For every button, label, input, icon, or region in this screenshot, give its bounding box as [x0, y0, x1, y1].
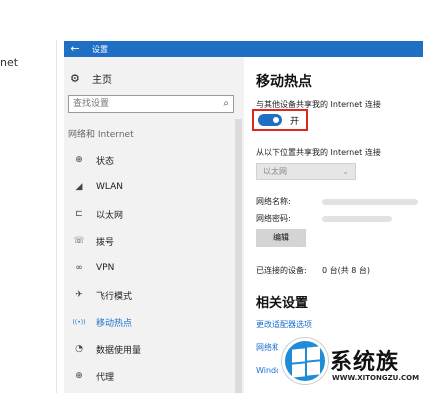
hotspot-toggle-highlight: 开: [252, 109, 308, 131]
network-password-value: [322, 216, 392, 222]
sidebar-scrollbar[interactable]: [235, 119, 242, 393]
toggle-knob: [273, 117, 279, 123]
network-password-label: 网络密码:: [256, 214, 291, 223]
site-watermark: 系统族 WWW.XITONGZU.COM: [278, 336, 423, 393]
share-from-label: 从以下位置共享我的 Internet 连接: [256, 148, 381, 157]
network-name-value: [322, 199, 418, 205]
link-adapter-options[interactable]: 更改适配器选项: [256, 319, 312, 330]
chevron-down-icon: ⌄: [342, 167, 349, 176]
windows-logo-icon: [282, 338, 328, 384]
window-title: 设置: [92, 44, 108, 54]
sidebar-item-label: 代理: [96, 372, 115, 383]
search-placeholder: 查找设置: [73, 99, 110, 109]
sidebar-item-vpn[interactable]: ∞ VPN: [72, 261, 114, 275]
toggle-state-label: 开: [290, 116, 300, 127]
edit-button[interactable]: 编辑: [256, 229, 306, 247]
sidebar-item-label: 数据使用量: [96, 345, 142, 356]
sidebar-item-label: 拨号: [96, 237, 115, 248]
ethernet-icon: ⊏: [75, 209, 83, 219]
sidebar-item-label: 移动热点: [96, 318, 133, 329]
related-settings-title: 相关设置: [256, 296, 309, 311]
sidebar-item-airplane-mode[interactable]: ✈ 飞行模式: [72, 288, 132, 302]
nav-home[interactable]: ⚙ 主页: [70, 71, 112, 86]
sidebar-item-label: 状态: [96, 156, 115, 167]
sidebar-item-mobile-hotspot[interactable]: ((•)) 移动热点: [72, 315, 132, 329]
sidebar-item-wlan[interactable]: ◢ WLAN: [72, 180, 123, 194]
sidebar-item-status[interactable]: ⊕ 状态: [72, 153, 114, 167]
back-arrow-icon[interactable]: ←: [64, 41, 86, 57]
connected-devices-label: 已连接的设备:: [256, 266, 307, 275]
network-name-label: 网络名称:: [256, 197, 291, 206]
search-input[interactable]: 查找设置 ⌕: [68, 95, 234, 113]
globe-icon: ⊕: [75, 155, 83, 165]
sidebar-item-dialup[interactable]: ☏ 拨号: [72, 234, 114, 248]
data-usage-icon: ◔: [75, 344, 83, 354]
sidebar-item-label: WLAN: [96, 182, 124, 192]
page-title: 移动热点: [256, 74, 312, 90]
search-icon[interactable]: ⌕: [223, 96, 229, 112]
sidebar-item-data-usage[interactable]: ◔ 数据使用量: [72, 342, 141, 356]
section-label: 网络和 Internet: [68, 130, 134, 140]
title-bar: ← 设置: [64, 41, 423, 57]
airplane-icon: ✈: [75, 290, 83, 300]
sidebar-item-label: 飞行模式: [96, 291, 133, 302]
background-window-text: net: [0, 56, 19, 69]
watermark-url: WWW.XITONGZU.COM: [332, 374, 420, 382]
background-window-border: [56, 40, 57, 393]
sidebar: ⚙ 主页 查找设置 ⌕ 网络和 Internet ⊕ 状态 ◢ WLAN ⊏ 以…: [64, 57, 244, 393]
nav-home-label: 主页: [92, 75, 112, 86]
proxy-icon: ⊕: [75, 371, 83, 381]
home-gear-icon: ⚙: [70, 72, 80, 85]
share-from-value: 以太网: [263, 167, 287, 176]
hotspot-toggle[interactable]: [258, 114, 282, 126]
sidebar-item-label: 以太网: [96, 210, 124, 221]
share-from-select[interactable]: 以太网 ⌄: [256, 163, 356, 180]
sidebar-item-label: VPN: [96, 263, 115, 273]
sidebar-item-ethernet[interactable]: ⊏ 以太网: [72, 207, 123, 221]
sidebar-item-proxy[interactable]: ⊕ 代理: [72, 369, 114, 383]
wifi-icon: ◢: [75, 182, 83, 192]
connected-devices-value: 0 台(共 8 台): [322, 266, 371, 275]
vpn-icon: ∞: [75, 263, 83, 273]
hotspot-icon: ((•)): [72, 318, 86, 326]
watermark-name: 系统族: [330, 350, 400, 375]
dialup-icon: ☏: [73, 236, 85, 246]
